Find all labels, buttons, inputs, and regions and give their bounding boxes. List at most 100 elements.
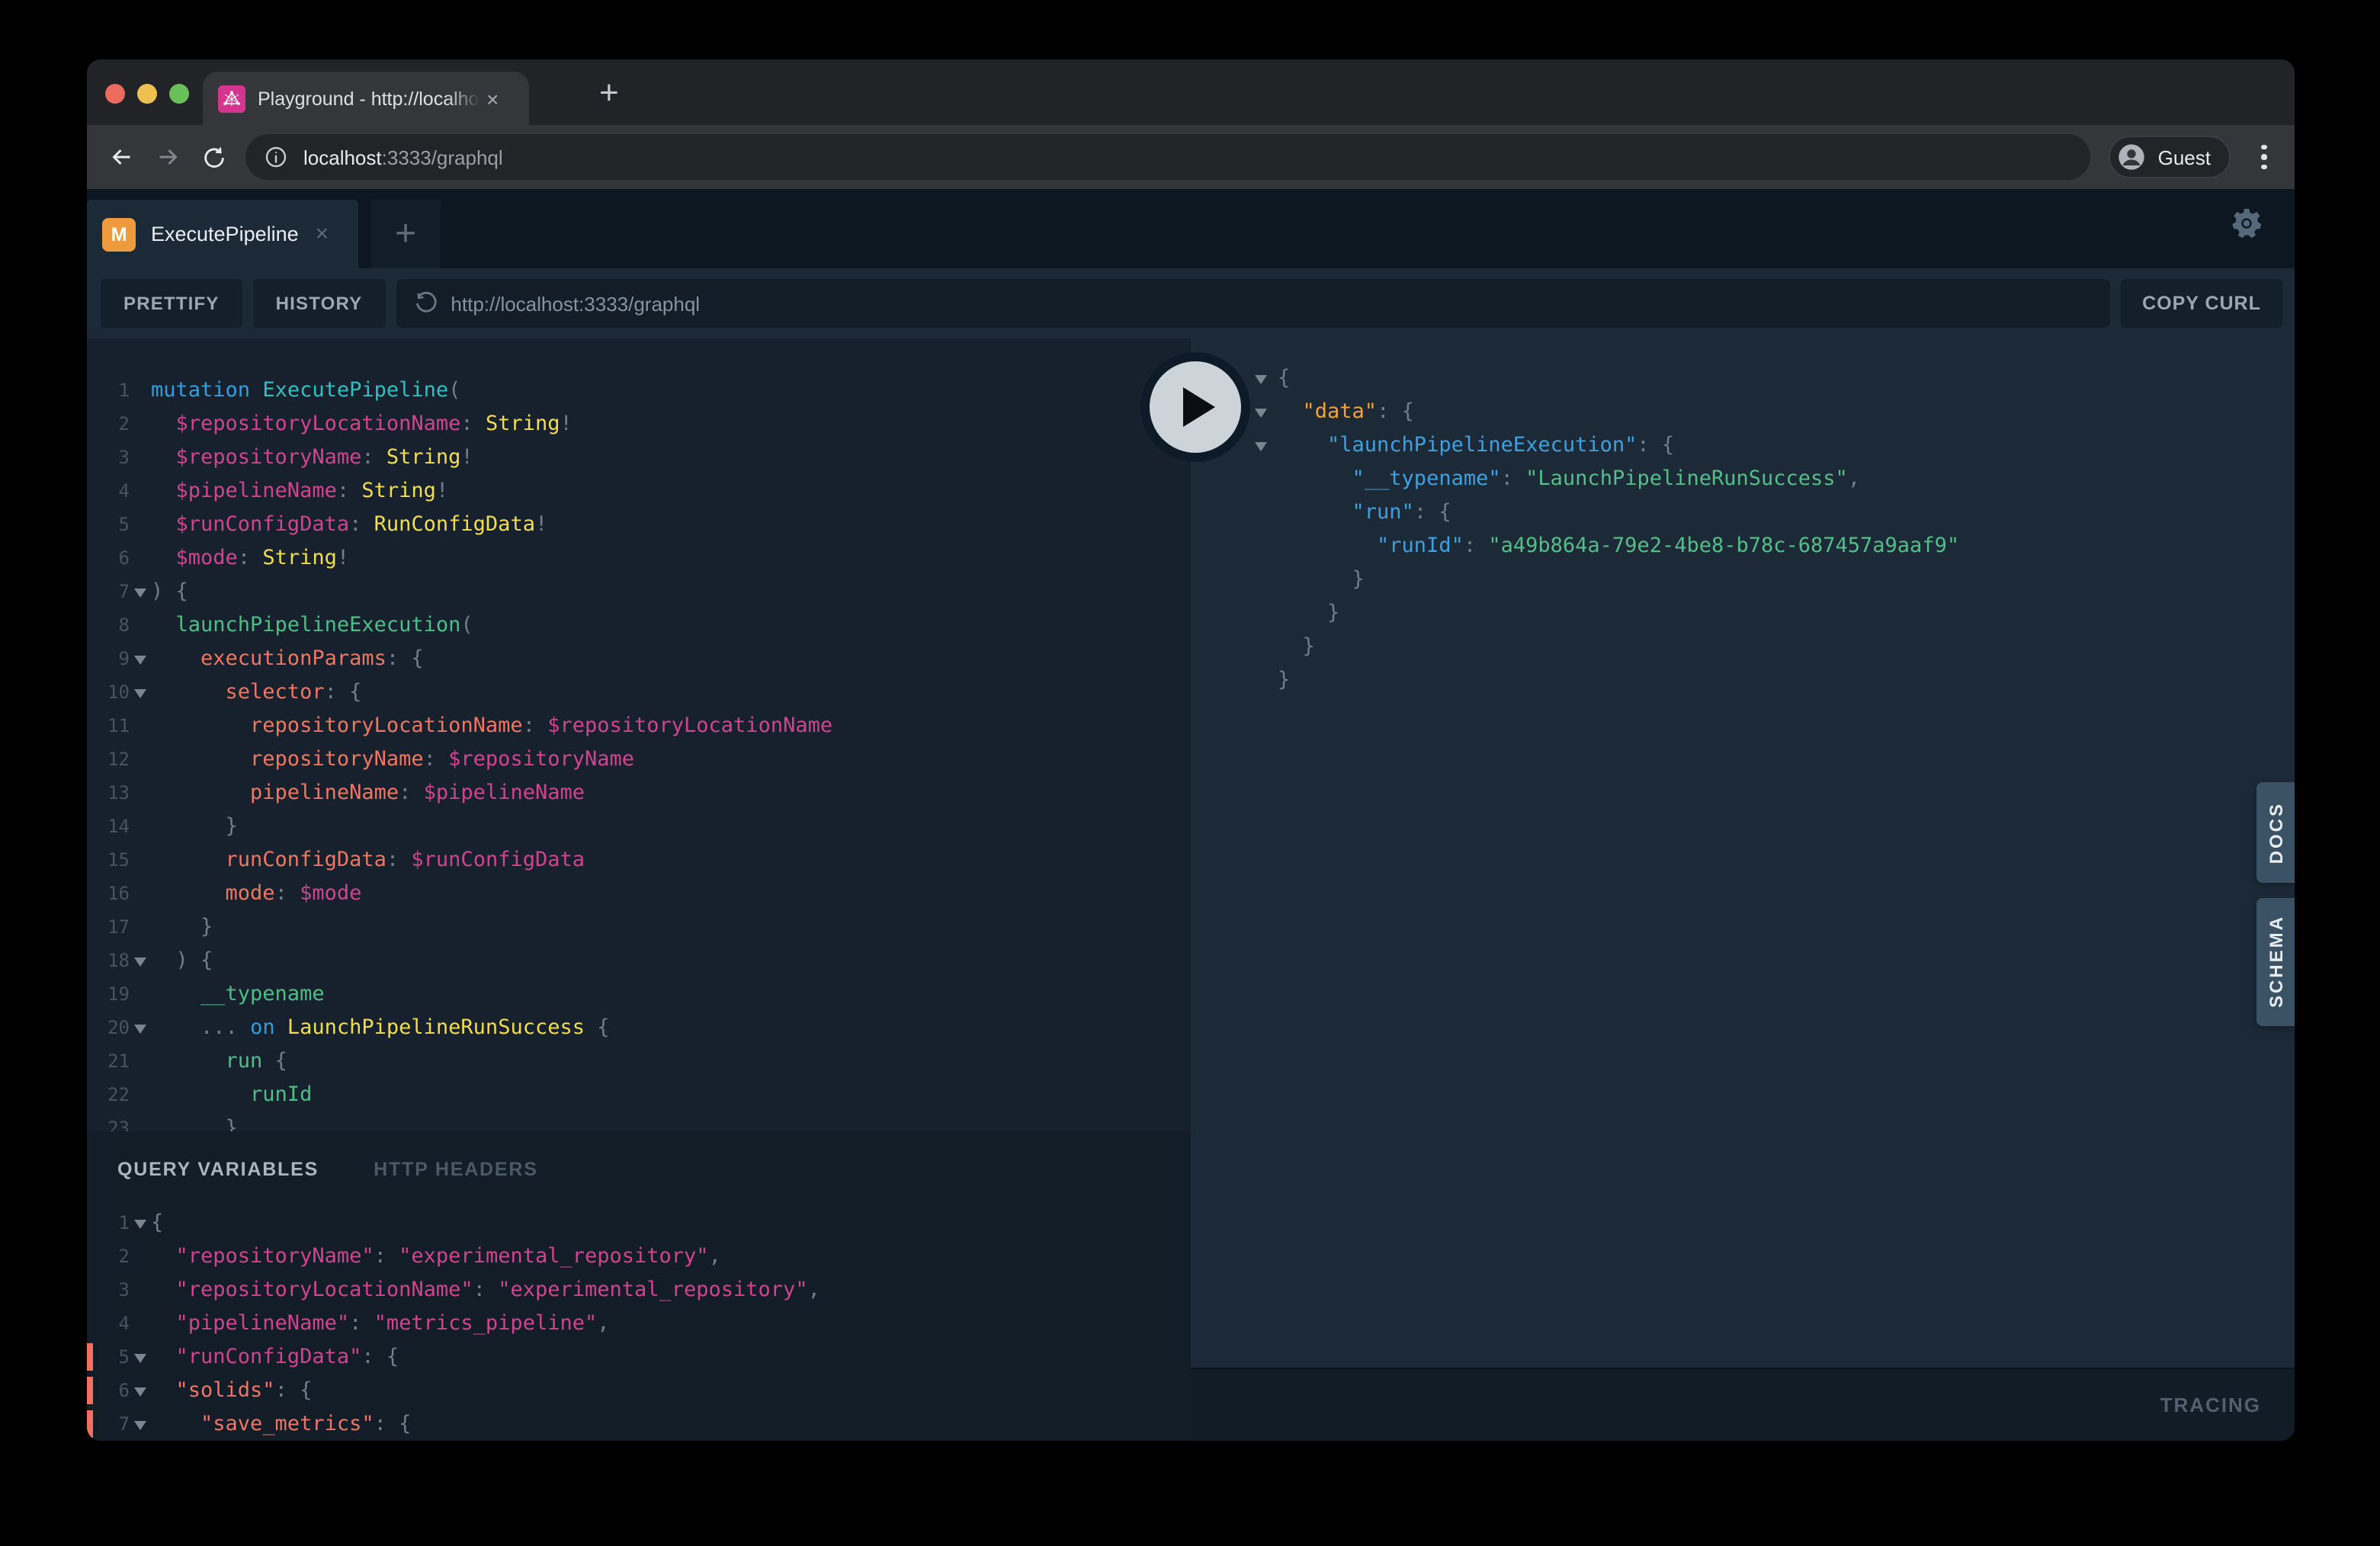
- variables-code-line[interactable]: 5 "runConfigData": {: [87, 1340, 1191, 1374]
- query-code-line[interactable]: 8 launchPipelineExecution(: [87, 608, 1191, 642]
- line-number: 17: [87, 910, 130, 944]
- line-number: 23: [87, 1111, 130, 1131]
- tracing-bar[interactable]: TRACING: [1191, 1368, 2295, 1441]
- fold-arrow-icon[interactable]: [134, 1354, 146, 1363]
- tab-http-headers[interactable]: HTTP HEADERS: [374, 1159, 538, 1180]
- fold-arrow-icon[interactable]: [134, 1387, 146, 1397]
- docs-side-tab[interactable]: DOCS: [2257, 782, 2295, 883]
- query-code-line[interactable]: 13 pipelineName: $pipelineName: [87, 776, 1191, 810]
- query-code-line[interactable]: 15 runConfigData: $runConfigData: [87, 843, 1191, 877]
- response-code-line: "runId": "a49b864a-79e2-4be8-b78c-687457…: [1191, 529, 2295, 563]
- variables-code-line[interactable]: 4 "pipelineName": "metrics_pipeline",: [87, 1307, 1191, 1340]
- query-code-line[interactable]: 16 mode: $mode: [87, 877, 1191, 910]
- line-number: 22: [87, 1078, 130, 1111]
- query-code-line[interactable]: 1mutation ExecutePipeline(: [87, 374, 1191, 407]
- query-code-line[interactable]: 14 }: [87, 810, 1191, 843]
- fold-arrow-icon[interactable]: [134, 589, 146, 598]
- query-code-line[interactable]: 22 runId: [87, 1078, 1191, 1111]
- variables-code-line[interactable]: 3 "repositoryLocationName": "experimenta…: [87, 1273, 1191, 1307]
- forward-icon[interactable]: [145, 134, 191, 180]
- endpoint-input[interactable]: http://localhost:3333/graphql: [396, 279, 2110, 328]
- query-code-line[interactable]: 3 $repositoryName: String!: [87, 441, 1191, 474]
- line-number: 10: [87, 675, 130, 709]
- variables-code-line[interactable]: 6 "solids": {: [87, 1374, 1191, 1407]
- fold-arrow-icon[interactable]: [1255, 442, 1267, 451]
- query-code-line[interactable]: 10 selector: {: [87, 675, 1191, 709]
- line-number: 20: [87, 1011, 130, 1044]
- query-code-line[interactable]: 5 $runConfigData: RunConfigData!: [87, 508, 1191, 541]
- new-tab-button[interactable]: +: [599, 73, 619, 113]
- query-code-line[interactable]: 19 __typename: [87, 977, 1191, 1011]
- playground-toolbar: PRETTIFY HISTORY http://localhost:3333/g…: [87, 268, 2295, 338]
- reload-icon[interactable]: [191, 134, 236, 180]
- response-code-line: }: [1191, 563, 2295, 596]
- query-code-line[interactable]: 11 repositoryLocationName: $repositoryLo…: [87, 709, 1191, 743]
- site-info-icon[interactable]: [264, 145, 288, 169]
- query-code-line[interactable]: 2 $repositoryLocationName: String!: [87, 407, 1191, 441]
- fold-arrow-icon[interactable]: [1255, 409, 1267, 418]
- query-code-line[interactable]: 7) {: [87, 575, 1191, 608]
- prettify-button[interactable]: PRETTIFY: [101, 279, 242, 328]
- query-code-line[interactable]: 23 }: [87, 1111, 1191, 1131]
- graphql-favicon-icon: [218, 85, 245, 112]
- back-icon[interactable]: [99, 134, 145, 180]
- fold-arrow-icon[interactable]: [134, 1220, 146, 1229]
- line-number: 3: [87, 441, 130, 474]
- fold-arrow-icon[interactable]: [134, 1421, 146, 1430]
- address-bar[interactable]: localhost:3333/graphql: [245, 134, 2090, 180]
- session-tab-executepipeline[interactable]: M ExecutePipeline ×: [87, 200, 358, 268]
- fold-arrow-icon[interactable]: [1255, 375, 1267, 384]
- variables-code-line[interactable]: 2 "repositoryName": "experimental_reposi…: [87, 1240, 1191, 1273]
- line-number: 5: [87, 508, 130, 541]
- fold-arrow-icon[interactable]: [134, 1025, 146, 1034]
- response-viewer: { "data": { "launchPipelineExecution": {…: [1191, 338, 2295, 1368]
- settings-gear-icon[interactable]: [2229, 206, 2264, 241]
- address-bar-url: localhost:3333/graphql: [303, 146, 503, 168]
- query-code-line[interactable]: 12 repositoryName: $repositoryName: [87, 743, 1191, 776]
- endpoint-url: http://localhost:3333/graphql: [451, 292, 700, 315]
- line-number: 15: [87, 843, 130, 877]
- query-code-line[interactable]: 21 run {: [87, 1044, 1191, 1078]
- variables-code-line[interactable]: 7 "save_metrics": {: [87, 1407, 1191, 1441]
- tab-close-icon[interactable]: ×: [486, 88, 499, 109]
- profile-button[interactable]: Guest: [2109, 136, 2231, 178]
- browser-menu-icon[interactable]: [2249, 140, 2279, 174]
- line-number: 12: [87, 743, 130, 776]
- variables-code-line[interactable]: 1{: [87, 1206, 1191, 1240]
- new-session-tab-button[interactable]: +: [370, 200, 441, 268]
- query-code-line[interactable]: 20 ... on LaunchPipelineRunSuccess {: [87, 1011, 1191, 1044]
- line-number: 1: [87, 374, 130, 407]
- history-button[interactable]: HISTORY: [253, 279, 386, 328]
- query-editor[interactable]: 1mutation ExecutePipeline(2 $repositoryL…: [87, 338, 1191, 1131]
- tracing-label: TRACING: [2160, 1394, 2261, 1416]
- variables-editor[interactable]: 1{2 "repositoryName": "experimental_repo…: [87, 1206, 1191, 1441]
- session-tab-close-icon[interactable]: ×: [316, 221, 329, 247]
- line-number: 4: [87, 1307, 130, 1340]
- query-code-line[interactable]: 6 $mode: String!: [87, 541, 1191, 575]
- query-code-line[interactable]: 17 }: [87, 910, 1191, 944]
- response-code-line: "run": {: [1191, 496, 2295, 529]
- query-code-line[interactable]: 18 ) {: [87, 944, 1191, 977]
- close-window-button[interactable]: [105, 84, 125, 104]
- minimize-window-button[interactable]: [137, 84, 157, 104]
- query-code-line[interactable]: 4 $pipelineName: String!: [87, 474, 1191, 508]
- endpoint-history-icon[interactable]: [412, 291, 437, 316]
- chrome-tabstrip: Playground - http://localhost:33 × +: [87, 59, 2295, 125]
- query-code-line[interactable]: 9 executionParams: {: [87, 642, 1191, 675]
- line-number: 7: [87, 575, 130, 608]
- schema-side-tab[interactable]: SCHEMA: [2257, 898, 2295, 1026]
- execute-query-button[interactable]: [1140, 352, 1250, 462]
- browser-tab[interactable]: Playground - http://localhost:33 ×: [203, 72, 529, 125]
- line-number: 2: [87, 1240, 130, 1273]
- zoom-window-button[interactable]: [169, 84, 189, 104]
- line-number: 5: [87, 1340, 130, 1374]
- fold-arrow-icon[interactable]: [134, 689, 146, 698]
- fold-arrow-icon[interactable]: [134, 957, 146, 967]
- line-number: 8: [87, 608, 130, 642]
- line-number: 16: [87, 877, 130, 910]
- tab-query-variables[interactable]: QUERY VARIABLES: [117, 1159, 319, 1180]
- window-controls: [105, 84, 189, 104]
- fold-arrow-icon[interactable]: [134, 656, 146, 665]
- playground-tabbar: M ExecutePipeline × +: [87, 189, 2295, 268]
- copy-curl-button[interactable]: COPY CURL: [2121, 279, 2282, 328]
